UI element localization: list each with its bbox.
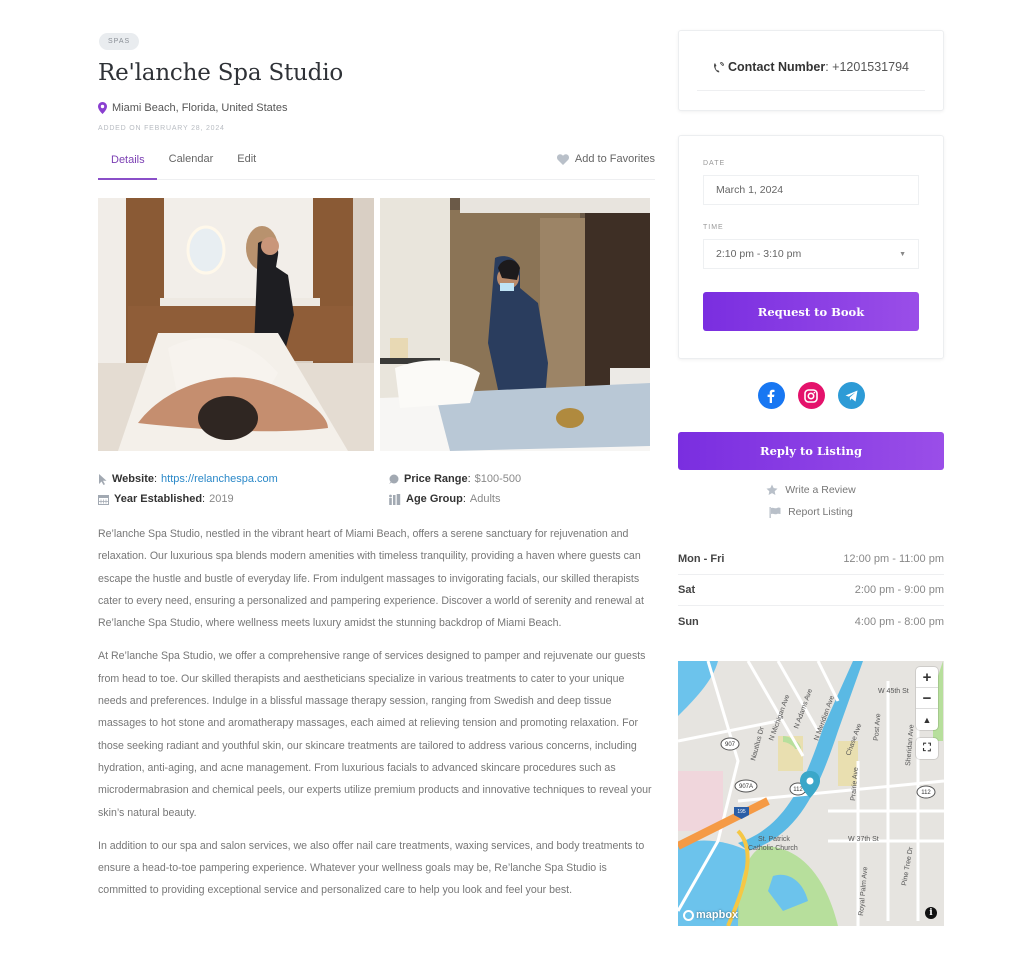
cursor-icon [99, 473, 107, 485]
social-links [678, 382, 944, 409]
listing-sidebar: Contact Number: +1201531794 DATE March 1… [678, 30, 944, 926]
location-map[interactable]: 907 907A 112 112 195 W 45th St N Adams A… [678, 661, 944, 926]
report-listing-link[interactable]: Report Listing [678, 506, 944, 518]
map-compass-button[interactable]: ▲ [916, 709, 938, 730]
description-paragraph: Re’lanche Spa Studio, nestled in the vib… [98, 528, 644, 630]
location-text: Miami Beach, Florida, United States [112, 102, 288, 114]
gallery-photo-treatment-room[interactable] [379, 198, 656, 451]
listing-title: Re'lanche Spa Studio [98, 60, 343, 86]
map-street-label: W 37th St [848, 836, 879, 843]
category-badge[interactable]: SPAS [99, 33, 140, 50]
map-shield-112-east: 112 [921, 790, 931, 796]
tab-edit[interactable]: Edit [225, 153, 268, 179]
map-canvas[interactable]: 907 907A 112 112 195 W 45th St N Adams A… [678, 661, 944, 926]
add-to-favorites-button[interactable]: Add to Favorites [556, 153, 655, 165]
calendar-icon [98, 494, 109, 505]
meta-price-range: Price Range: $100-500 [388, 473, 655, 485]
listing-description: Re’lanche Spa Studio, nestled in the vib… [98, 523, 655, 902]
report-listing-label: Report Listing [788, 506, 853, 518]
instagram-icon [804, 388, 818, 403]
map-shield-907: 907 [725, 742, 736, 748]
hours-day: Mon - Fri [678, 553, 725, 565]
time-select[interactable]: 2:10 pm - 3:10 pm ▼ [703, 239, 919, 269]
time-value: 2:10 pm - 3:10 pm [716, 248, 802, 260]
tab-details[interactable]: Details [98, 154, 157, 180]
price-value: $100-500 [474, 473, 522, 485]
telegram-icon [845, 390, 857, 401]
business-hours: Mon - Fri 12:00 pm - 11:00 pm Sat 2:00 p… [678, 544, 944, 637]
contact-number[interactable]: Contact Number: +1201531794 [679, 60, 943, 74]
map-fullscreen-control: ⛶ [916, 738, 938, 759]
gallery-photo-massage[interactable] [98, 198, 374, 451]
date-label: DATE [703, 160, 726, 167]
contact-card: Contact Number: +1201531794 [678, 30, 944, 111]
listing-meta: Website: https://relanchespa.com Price R… [98, 473, 655, 505]
hours-row: Sun 4:00 pm - 8:00 pm [678, 606, 944, 637]
booking-card: DATE March 1, 2024 TIME 2:10 pm - 3:10 p… [678, 135, 944, 359]
mapbox-logo[interactable]: mapbox [683, 909, 738, 921]
heart-icon [556, 153, 569, 165]
phone-icon [714, 61, 724, 72]
year-value: 2019 [209, 493, 234, 505]
contact-label: Contact Number [727, 60, 826, 74]
added-date: ADDED ON FEBRUARY 28, 2024 [98, 125, 225, 132]
hours-time: 2:00 pm - 9:00 pm [854, 584, 944, 596]
date-value: March 1, 2024 [716, 184, 784, 196]
flag-icon [769, 506, 781, 518]
request-to-book-button[interactable]: Request to Book [703, 292, 919, 331]
reply-to-listing-button[interactable]: Reply to Listing [678, 432, 944, 470]
meta-website: Website: https://relanchespa.com [98, 473, 388, 485]
map-shield-907a: 907A [739, 784, 753, 790]
meta-year-established: Year Established: 2019 [98, 493, 388, 505]
map-zoom-controls: + − ▲ [916, 667, 938, 730]
website-label: Website [112, 473, 154, 485]
description-paragraph: In addition to our spa and salon service… [98, 839, 645, 897]
favorites-label: Add to Favorites [574, 153, 655, 165]
write-review-label: Write a Review [785, 484, 856, 496]
map-info-button[interactable]: i [925, 907, 937, 919]
map-poi-label: St. Patrick [758, 836, 790, 843]
listing-main: SPAS Re'lanche Spa Studio Miami Beach, F… [98, 30, 655, 913]
price-label: Price Range [404, 473, 468, 485]
map-poi-label: Catholic Church [748, 845, 798, 852]
people-icon [389, 493, 401, 505]
contact-value[interactable]: +1201531794 [832, 60, 909, 74]
map-pin-icon [98, 102, 107, 114]
age-label: Age Group [406, 493, 463, 505]
map-shield-112: 112 [793, 787, 803, 793]
write-review-link[interactable]: Write a Review [678, 484, 944, 496]
hours-day: Sun [678, 615, 699, 628]
instagram-link[interactable] [797, 382, 825, 409]
meta-age-group: Age Group: Adults [388, 493, 655, 505]
telegram-link[interactable] [837, 382, 865, 409]
caret-down-icon: ▼ [899, 250, 906, 258]
listing-tabs: Details Calendar Edit Add to Favorites [98, 153, 655, 180]
year-label: Year Established [114, 493, 203, 505]
photo-gallery [98, 198, 655, 451]
facebook-link[interactable] [757, 382, 785, 409]
listing-location: Miami Beach, Florida, United States [98, 102, 655, 114]
fullscreen-icon[interactable]: ⛶ [916, 738, 938, 759]
age-value: Adults [469, 493, 501, 505]
facebook-icon [767, 389, 775, 403]
tab-calendar[interactable]: Calendar [157, 153, 226, 179]
star-icon [766, 484, 778, 495]
hours-time: 4:00 pm - 8:00 pm [854, 615, 944, 628]
hours-row: Mon - Fri 12:00 pm - 11:00 pm [678, 544, 944, 575]
time-label: TIME [703, 224, 724, 231]
description-paragraph: At Re’lanche Spa Studio, we offer a comp… [98, 650, 652, 819]
map-zoom-in-button[interactable]: + [916, 667, 938, 688]
website-link[interactable]: https://relanchespa.com [161, 473, 278, 485]
map-street-label: W 45th St [878, 688, 909, 695]
map-shield-195: 195 [737, 809, 746, 815]
divider [697, 90, 925, 91]
hours-row: Sat 2:00 pm - 9:00 pm [678, 575, 944, 606]
map-zoom-out-button[interactable]: − [916, 688, 938, 709]
hours-time: 12:00 pm - 11:00 pm [843, 553, 944, 565]
price-tag-icon [389, 474, 399, 484]
hours-day: Sat [678, 584, 696, 596]
date-input[interactable]: March 1, 2024 [703, 175, 919, 205]
